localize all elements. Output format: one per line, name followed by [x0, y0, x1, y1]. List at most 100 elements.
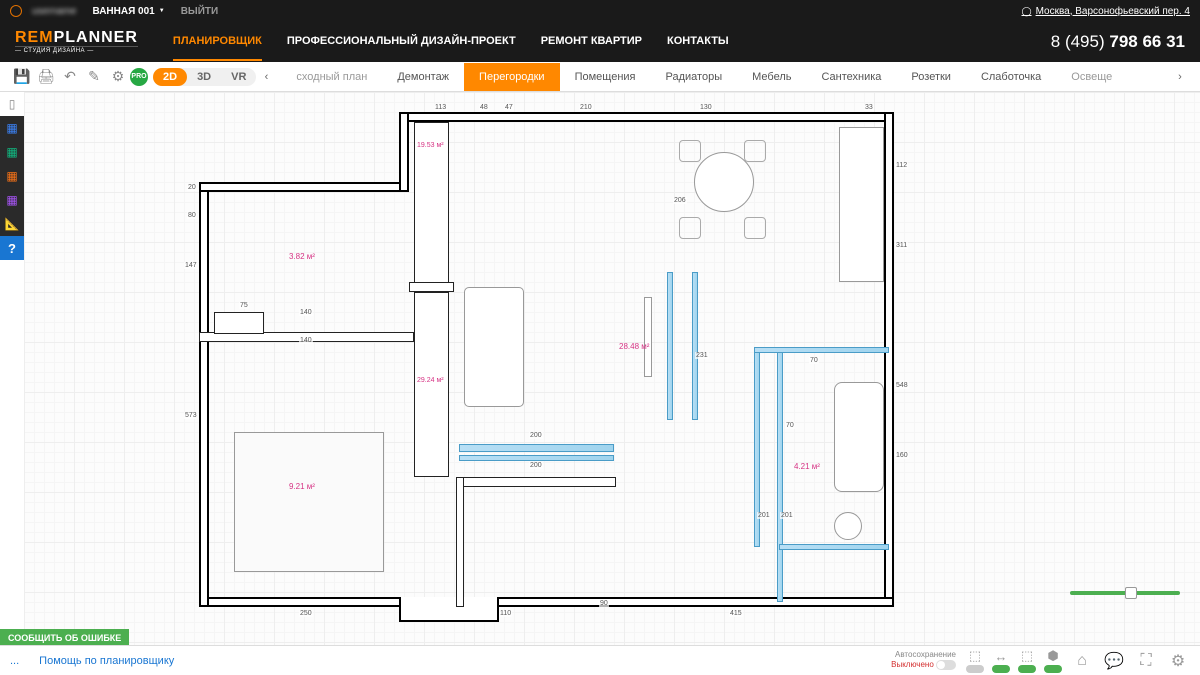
tab-source[interactable]: сходный план [281, 63, 382, 91]
tool-measure[interactable]: 📐 [0, 212, 24, 236]
tool-icon-2[interactable]: ⚙ [106, 65, 130, 89]
partition-wall[interactable] [777, 347, 783, 602]
wall-interior[interactable] [456, 477, 464, 607]
exit-button[interactable]: ВЫЙТИ [181, 6, 219, 17]
furniture-kitchen[interactable] [839, 127, 884, 282]
tab-furniture[interactable]: Мебель [737, 63, 806, 91]
dimension: 200 [529, 462, 543, 469]
dimension: 48 [479, 104, 489, 111]
tab-partitions[interactable]: Перегородки [464, 63, 560, 91]
wall-interior[interactable] [409, 282, 454, 292]
tab-rooms[interactable]: Помещения [560, 63, 651, 91]
dimension: 147 [184, 262, 198, 269]
tool-fullscreen-icon[interactable]: ⛶ [1134, 649, 1158, 673]
wall-exterior[interactable] [399, 112, 894, 122]
nav-renovation[interactable]: РЕМОНТ КВАРТИР [541, 23, 642, 61]
view-2d[interactable]: 2D [153, 68, 187, 86]
tab-lighting[interactable]: Освеще [1056, 63, 1127, 91]
wall-exterior[interactable] [199, 182, 409, 192]
partition-wall[interactable] [459, 455, 614, 461]
furniture-chair[interactable] [679, 217, 701, 239]
toggle-1[interactable]: ⬚ [966, 648, 984, 673]
tool-wall[interactable]: ▯ [0, 92, 24, 116]
partition-wall[interactable] [754, 347, 889, 353]
tab-lowvoltage[interactable]: Слаботочка [966, 63, 1056, 91]
autosave-toggle[interactable] [936, 660, 956, 670]
furniture-bed[interactable] [234, 432, 384, 572]
dimension: 70 [785, 422, 795, 429]
furniture-tv[interactable] [644, 297, 652, 377]
furniture-toilet[interactable] [834, 512, 862, 540]
wall-interior[interactable] [456, 477, 616, 487]
room-area-living: 28.48 м² [619, 342, 649, 351]
furniture-sofa[interactable] [464, 287, 524, 407]
nav-contacts[interactable]: КОНТАКТЫ [667, 23, 729, 61]
planner-help-link[interactable]: Помощь по планировщику [39, 655, 174, 667]
room-area-bedroom: 9.21 м² [289, 482, 315, 491]
partition-wall[interactable] [692, 272, 698, 420]
furniture-chair[interactable] [744, 140, 766, 162]
toggle-4[interactable]: ⬢ [1044, 648, 1062, 673]
tab-plumbing[interactable]: Сантехника [806, 63, 896, 91]
tool-icon-1[interactable]: ✎ [82, 65, 106, 89]
project-dropdown[interactable]: ВАННАЯ 001 [86, 4, 170, 19]
more-icon[interactable]: ... [10, 655, 19, 667]
dimension: 47 [504, 104, 514, 111]
room-area-closet1: 19.53 м² [417, 142, 444, 149]
tool-layer-orange[interactable]: ▦ [0, 164, 24, 188]
wall-exterior[interactable] [884, 112, 894, 607]
partition-wall[interactable] [667, 272, 673, 420]
location-icon [1021, 6, 1031, 17]
tab-demolition[interactable]: Демонтаж [382, 63, 464, 91]
print-icon[interactable]: 🖨 [34, 65, 58, 89]
wall-exterior[interactable] [199, 182, 209, 607]
pro-badge[interactable]: PRO [130, 68, 148, 86]
canvas[interactable]: 3.82 м² 19.53 м² 29.24 м² 9.21 м² 28.48 … [24, 92, 1200, 645]
view-3d[interactable]: 3D [187, 68, 221, 86]
partition-wall[interactable] [779, 544, 889, 550]
tool-layer-purple[interactable]: ▦ [0, 188, 24, 212]
user-icon[interactable] [10, 5, 22, 17]
zoom-handle[interactable] [1125, 587, 1137, 599]
tab-radiators[interactable]: Радиаторы [651, 63, 738, 91]
dimension: 415 [729, 610, 743, 617]
toggle-3[interactable]: ⬚ [1018, 648, 1036, 673]
furniture-chair[interactable] [679, 140, 701, 162]
undo-icon[interactable]: ↶ [58, 65, 82, 89]
dimension: 201 [780, 512, 794, 519]
wall-interior[interactable] [214, 312, 264, 334]
dimension: 130 [699, 104, 713, 111]
view-vr[interactable]: VR [221, 68, 256, 86]
room-area-bath: 4.21 м² [794, 462, 820, 471]
wall-interior[interactable] [414, 292, 449, 477]
zoom-slider[interactable] [1070, 591, 1180, 595]
wall-exterior[interactable] [399, 112, 409, 192]
user-name[interactable]: username [32, 6, 76, 17]
tool-settings-icon[interactable]: ⚙ [1166, 649, 1190, 673]
nav-design[interactable]: ПРОФЕССИОНАЛЬНЫЙ ДИЗАЙН-ПРОЕКТ [287, 23, 516, 61]
bottombar: ... Помощь по планировщику Автосохранени… [0, 645, 1200, 675]
partition-wall[interactable] [459, 444, 614, 452]
phone[interactable]: 8 (495) 798 66 31 [1051, 32, 1185, 52]
wall-exterior[interactable] [399, 597, 499, 622]
nav-planner[interactable]: ПЛАНИРОВЩИК [173, 23, 262, 61]
toggle-2[interactable]: ↔ [992, 649, 1010, 673]
tabs-scroll-left[interactable]: ‹ [256, 71, 276, 83]
save-icon[interactable]: 💾 [10, 65, 34, 89]
dimension: 231 [695, 352, 709, 359]
tool-layer-green[interactable]: ▦ [0, 140, 24, 164]
tabs-scroll-right[interactable]: › [1170, 71, 1190, 83]
tool-layer-blue[interactable]: ▦ [0, 116, 24, 140]
location-link[interactable]: Москва, Варсонофьевский пер. 4 [1021, 6, 1190, 17]
tab-sockets[interactable]: Розетки [896, 63, 966, 91]
logo[interactable]: REMPLANNER — СТУДИЯ ДИЗАЙНА — [15, 30, 138, 54]
tool-comment-icon[interactable]: 💬 [1102, 649, 1126, 673]
help-button[interactable]: ? [0, 236, 24, 260]
floorplan[interactable]: 3.82 м² 19.53 м² 29.24 м² 9.21 м² 28.48 … [199, 112, 894, 622]
furniture-bathtub[interactable] [834, 382, 884, 492]
tool-home-icon[interactable]: ⌂ [1070, 649, 1094, 673]
wall-exterior[interactable] [199, 597, 894, 607]
bottom-tools: ⬚ ↔ ⬚ ⬢ ⌂ 💬 ⛶ ⚙ [966, 648, 1190, 673]
furniture-chair[interactable] [744, 217, 766, 239]
dimension: 113 [434, 104, 447, 111]
